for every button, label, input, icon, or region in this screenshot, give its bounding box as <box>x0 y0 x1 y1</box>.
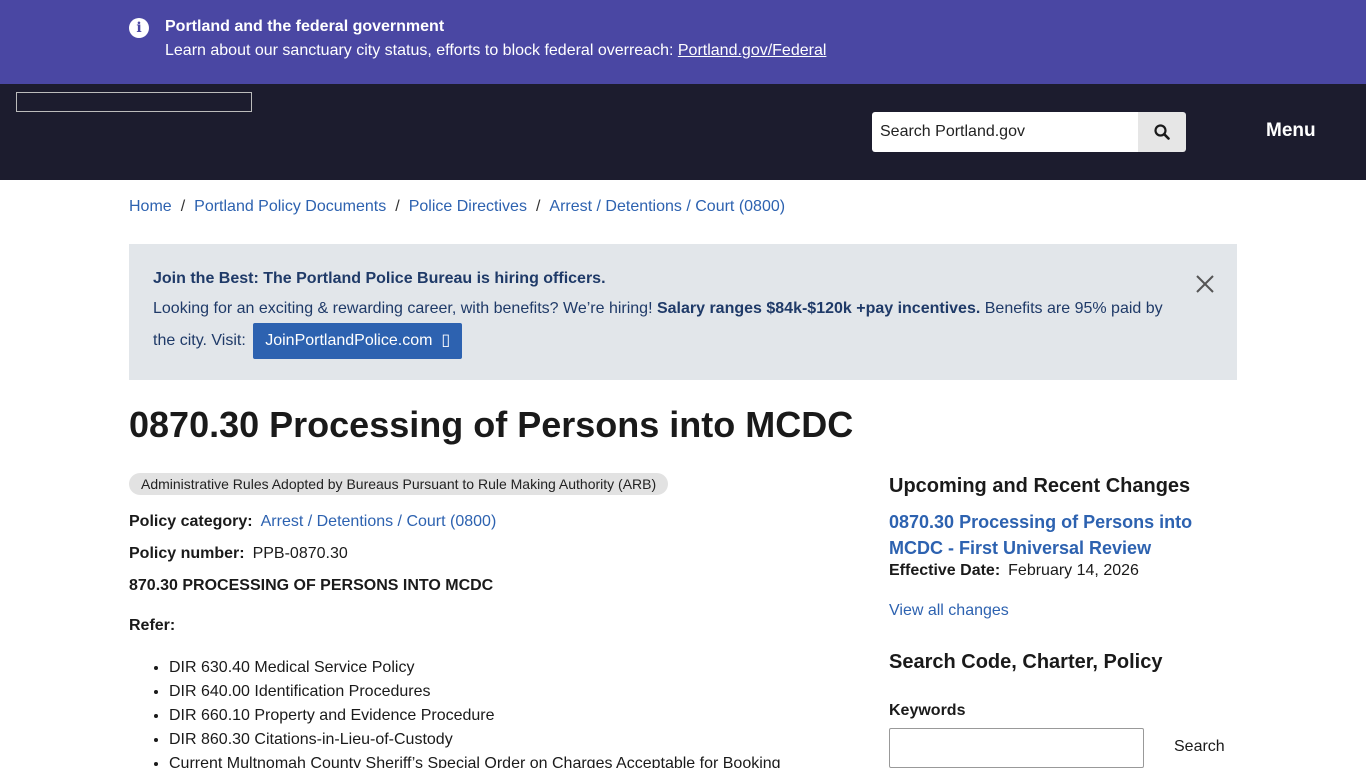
policy-number-row: Policy number: PPB-0870.30 <box>129 545 348 563</box>
effective-date: Effective Date: February 14, 2026 <box>889 562 1139 580</box>
hiring-salary: Salary ranges $84k-$120k +pay incentives… <box>656 300 981 317</box>
policy-number-label: Policy number: <box>129 545 245 562</box>
breadcrumb-separator: / <box>535 198 541 215</box>
breadcrumb-policy-documents[interactable]: Portland Policy Documents <box>194 198 386 215</box>
breadcrumb-separator: / <box>180 198 186 215</box>
menu-button[interactable]: Menu <box>1244 120 1338 142</box>
join-button-label: JoinPortlandPolice.com <box>265 332 433 349</box>
site-search-button[interactable] <box>1138 112 1186 152</box>
refer-label: Refer: <box>129 617 176 634</box>
document-heading: 870.30 PROCESSING OF PERSONS INTO MCDC <box>129 577 494 594</box>
hiring-text: Looking for an exciting & rewarding care… <box>153 300 657 317</box>
breadcrumb-arrest-detentions[interactable]: Arrest / Detentions / Court (0800) <box>549 198 785 215</box>
view-all-changes-link[interactable]: View all changes <box>889 602 1009 620</box>
breadcrumb-separator: / <box>395 198 400 215</box>
list-item: DIR 660.10 Property and Evidence Procedu… <box>169 704 781 728</box>
change-link[interactable]: 0870.30 Processing of Persons into MCDC … <box>889 509 1229 561</box>
site-header: Menu <box>0 84 1366 180</box>
refer-list: DIR 630.40 Medical Service Policy DIR 64… <box>169 656 781 768</box>
hiring-close-button[interactable] <box>1193 272 1217 296</box>
list-item: Current Multnomah County Sheriff’s Speci… <box>169 752 781 768</box>
site-search-input[interactable] <box>872 112 1138 152</box>
breadcrumb-home[interactable]: Home <box>129 198 172 215</box>
keywords-label: Keywords <box>889 702 966 719</box>
list-item: DIR 630.40 Medical Service Policy <box>169 656 781 680</box>
list-item: DIR 640.00 Identification Procedures <box>169 680 781 704</box>
join-portland-police-button[interactable]: JoinPortlandPolice.com ▯ <box>253 323 463 359</box>
site-logo[interactable] <box>16 92 252 112</box>
breadcrumb-police-directives[interactable]: Police Directives <box>409 198 527 215</box>
policy-category-label: Policy category: <box>129 513 253 530</box>
list-item: DIR 860.30 Citations-in-Lieu-of-Custody <box>169 728 781 752</box>
info-icon: i <box>129 18 149 38</box>
hiring-title: Join the Best: The Portland Police Burea… <box>153 270 606 287</box>
policy-number-value: PPB-0870.30 <box>252 545 348 562</box>
alert-federal-link[interactable]: Portland.gov/Federal <box>678 42 827 59</box>
hiring-banner: Join the Best: The Portland Police Burea… <box>129 244 1237 380</box>
policy-category-row: Policy category: Arrest / Detentions / Co… <box>129 513 496 531</box>
federal-alert-bar: i Portland and the federal government Le… <box>0 0 1366 84</box>
keywords-search-button[interactable]: Search <box>1160 728 1239 768</box>
close-icon <box>1196 275 1214 293</box>
alert-title: Portland and the federal government <box>165 18 445 35</box>
keywords-input[interactable] <box>889 728 1144 768</box>
alert-text: Learn about our sanctuary city status, e… <box>165 42 678 59</box>
policy-type-tag[interactable]: Administrative Rules Adopted by Bureaus … <box>129 473 669 495</box>
page-title: 0870.30 Processing of Persons into MCDC <box>129 404 854 445</box>
effective-date-value: February 14, 2026 <box>1008 562 1139 579</box>
effective-date-label: Effective Date: <box>889 562 1001 579</box>
external-link-icon: ▯ <box>441 332 451 349</box>
policy-category-link[interactable]: Arrest / Detentions / Court (0800) <box>261 513 497 530</box>
search-code-heading: Search Code, Charter, Policy <box>889 651 1163 673</box>
changes-heading: Upcoming and Recent Changes <box>889 475 1191 497</box>
alert-body: Learn about our sanctuary city status, e… <box>165 42 826 60</box>
hiring-body: Looking for an exciting & rewarding care… <box>153 294 1173 359</box>
search-icon <box>1154 124 1170 140</box>
breadcrumb: Home / Portland Policy Documents / Police Di… <box>129 198 785 216</box>
